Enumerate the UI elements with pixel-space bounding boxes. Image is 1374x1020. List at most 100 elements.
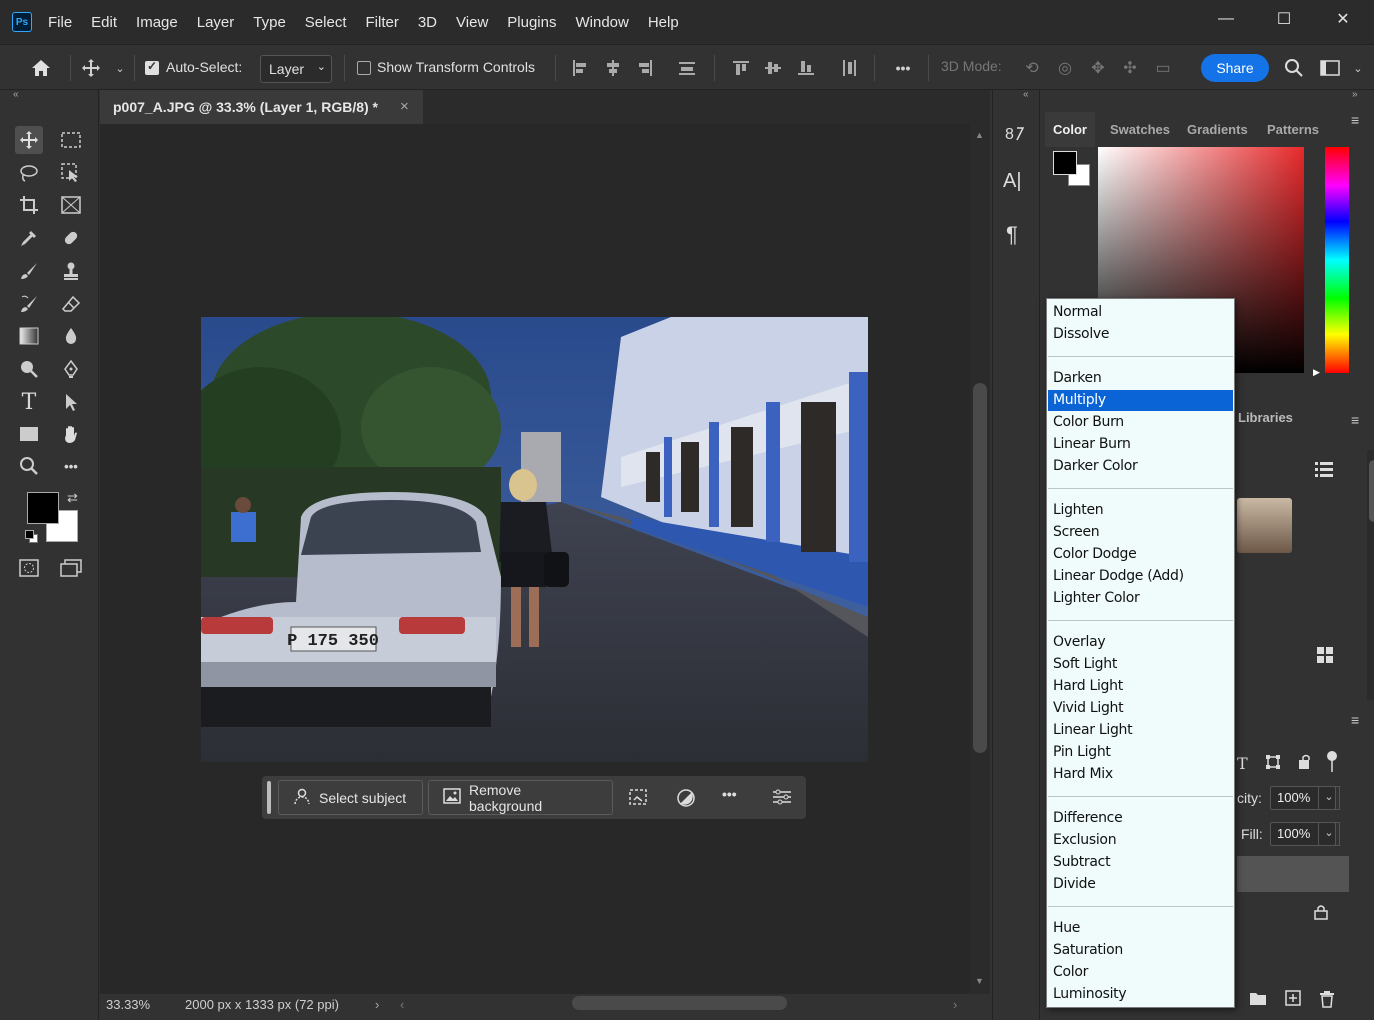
chevron-down-icon[interactable]: ⌄ [1318, 822, 1340, 846]
layer-lock-icon[interactable] [1314, 904, 1330, 922]
menu-view[interactable]: View [456, 14, 488, 31]
blend-mode-option[interactable]: Pin Light [1048, 742, 1233, 763]
workspace-icon[interactable] [1319, 57, 1341, 79]
trash-icon[interactable] [1319, 990, 1339, 1008]
menu-plugins[interactable]: Plugins [507, 14, 556, 31]
3d-pan-icon[interactable]: ✥ [1087, 57, 1109, 79]
dodge-tool[interactable] [15, 355, 43, 383]
hue-slider-marker[interactable]: ▶ [1313, 367, 1320, 378]
new-layer-icon[interactable] [1285, 990, 1305, 1008]
library-thumbnail[interactable] [1237, 498, 1292, 553]
tab-patterns[interactable]: Patterns [1259, 112, 1327, 147]
search-icon[interactable] [1283, 57, 1305, 79]
chevron-right-icon[interactable]: › [375, 997, 379, 1012]
menu-image[interactable]: Image [136, 14, 178, 31]
share-button[interactable]: Share [1201, 54, 1269, 82]
more-actions-button[interactable]: ••• [722, 786, 737, 802]
show-transform-checkbox[interactable] [357, 61, 371, 75]
blend-mode-option[interactable]: Dissolve [1048, 324, 1233, 345]
menu-help[interactable]: Help [648, 14, 679, 31]
blend-mode-option[interactable]: Lighter Color [1048, 588, 1233, 609]
type-tool[interactable]: T [15, 388, 43, 416]
3d-camera-icon[interactable]: ▭ [1152, 57, 1174, 79]
foreground-color-swatch[interactable] [27, 492, 59, 524]
align-left-icon[interactable] [569, 57, 591, 79]
3d-orbit-icon[interactable]: ⟲ [1021, 57, 1043, 79]
menu-edit[interactable]: Edit [91, 14, 117, 31]
hand-tool[interactable] [57, 420, 85, 448]
remove-background-button[interactable]: Remove background [428, 780, 613, 815]
crop-tool[interactable] [15, 191, 43, 219]
scroll-up-icon[interactable]: ▲ [975, 130, 984, 140]
grid-view-icon[interactable] [1316, 646, 1334, 664]
tab-gradients[interactable]: Gradients [1179, 112, 1256, 147]
3d-slide-icon[interactable]: ✣ [1119, 57, 1141, 79]
blur-tool[interactable] [57, 322, 85, 350]
blend-mode-option[interactable]: Difference [1048, 808, 1233, 829]
chevron-down-icon[interactable]: ⌄ [109, 57, 131, 79]
blend-mode-option[interactable]: Color Dodge [1048, 544, 1233, 565]
brush-tool[interactable] [15, 257, 43, 285]
lock-position-icon[interactable] [1265, 754, 1283, 772]
libraries-scroll-thumb[interactable] [1369, 460, 1374, 522]
drag-handle[interactable] [267, 781, 271, 814]
document-tab[interactable]: p007_A.JPG @ 33.3% (Layer 1, RGB/8) * × [100, 90, 423, 124]
lock-artboard-icon[interactable] [1297, 754, 1315, 772]
blend-mode-option[interactable]: Luminosity [1048, 984, 1233, 1005]
character-icon[interactable]: A| [1003, 170, 1029, 196]
blend-mode-option[interactable]: Vivid Light [1048, 698, 1233, 719]
more-tools-button[interactable]: ••• [57, 452, 85, 480]
object-selection-tool[interactable] [57, 159, 85, 187]
toggle-icon[interactable] [1326, 750, 1340, 776]
panel-menu-icon[interactable]: ≡ [1351, 412, 1359, 428]
close-window-button[interactable]: ✕ [1328, 6, 1358, 32]
blend-mode-option[interactable]: Linear Burn [1048, 434, 1233, 455]
healing-brush-tool[interactable] [57, 224, 85, 252]
chevron-down-icon[interactable]: ⌄ [1318, 786, 1340, 810]
blend-mode-option[interactable]: Divide [1048, 874, 1233, 895]
vertical-scroll-thumb[interactable] [973, 383, 987, 753]
frame-tool[interactable] [57, 191, 85, 219]
character-paragraph-icon[interactable]: 8 [1003, 122, 1029, 148]
blend-mode-option[interactable]: Soft Light [1048, 654, 1233, 675]
blend-mode-option[interactable]: Darken [1048, 368, 1233, 389]
auto-select-checkbox[interactable] [145, 59, 159, 75]
collapse-icon[interactable]: « [13, 89, 19, 100]
blend-mode-option[interactable]: Darker Color [1048, 456, 1233, 477]
gradient-tool[interactable] [15, 322, 43, 350]
path-selection-tool[interactable] [57, 388, 85, 416]
adjustment-icon[interactable] [676, 788, 696, 808]
settings-sliders-icon[interactable] [772, 788, 792, 808]
menu-file[interactable]: File [48, 14, 72, 31]
history-brush-tool[interactable] [15, 290, 43, 318]
panel-menu-icon[interactable]: ≡ [1351, 112, 1359, 128]
align-top-icon[interactable] [730, 57, 752, 79]
eraser-tool[interactable] [57, 290, 85, 318]
quick-mask-icon[interactable] [15, 554, 43, 582]
zoom-tool[interactable] [15, 452, 43, 480]
lock-type-icon[interactable]: T [1237, 754, 1248, 773]
blend-mode-option[interactable]: Hue [1048, 918, 1233, 939]
list-view-icon[interactable] [1314, 460, 1334, 478]
foreground-color-swatch[interactable] [1053, 151, 1077, 175]
blend-mode-option[interactable]: Color [1048, 962, 1233, 983]
lasso-tool[interactable] [15, 159, 43, 187]
swap-colors-icon[interactable]: ⇄ [67, 490, 78, 506]
align-center-icon[interactable] [602, 57, 624, 79]
maximize-button[interactable]: ☐ [1269, 6, 1299, 32]
blend-mode-option[interactable]: Screen [1048, 522, 1233, 543]
clone-stamp-tool[interactable] [57, 257, 85, 285]
menu-3d[interactable]: 3D [418, 14, 437, 31]
3d-roll-icon[interactable]: ◎ [1054, 57, 1076, 79]
expand-icon[interactable]: » [1352, 89, 1358, 100]
align-bottom-icon[interactable] [795, 57, 817, 79]
auto-select-target-dropdown[interactable]: Layer ⌄ [260, 55, 332, 83]
blend-mode-option[interactable]: Hard Mix [1048, 764, 1233, 785]
close-tab-icon[interactable]: × [400, 98, 409, 115]
folder-icon[interactable] [1249, 990, 1269, 1008]
blend-mode-option[interactable]: Overlay [1048, 632, 1233, 653]
eyedropper-tool[interactable] [15, 224, 43, 252]
distribute-icon[interactable] [676, 57, 698, 79]
align-middle-icon[interactable] [762, 57, 784, 79]
blend-mode-dropdown[interactable]: Normal Dissolve Darken Multiply Color Burn Li… [1046, 298, 1235, 1008]
